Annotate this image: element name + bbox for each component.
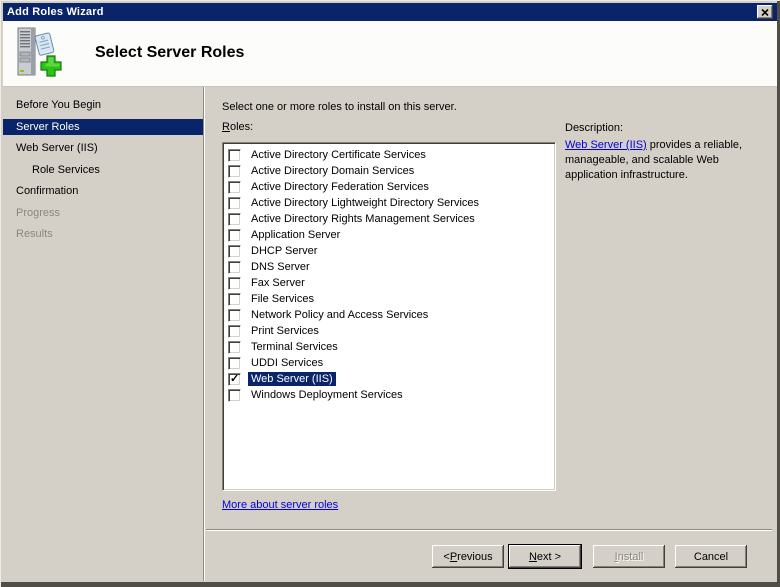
role-name[interactable]: Active Directory Domain Services — [248, 164, 417, 178]
role-checkbox[interactable] — [228, 372, 241, 386]
description-panel: Description: Web Server (IIS) provides a… — [565, 122, 773, 183]
role-row[interactable]: Print Services — [223, 323, 555, 339]
role-checkbox[interactable] — [228, 324, 241, 338]
role-name[interactable]: Application Server — [248, 228, 343, 242]
wizard-step-item[interactable]: Progress — [3, 205, 203, 221]
role-name[interactable]: Windows Deployment Services — [248, 388, 406, 402]
role-checkbox[interactable] — [228, 196, 241, 210]
close-button[interactable] — [757, 5, 773, 19]
role-checkbox[interactable] — [228, 244, 241, 258]
role-row[interactable]: Network Policy and Access Services — [223, 307, 555, 323]
wizard-step-item[interactable]: Server Roles — [3, 118, 203, 135]
role-checkbox[interactable] — [228, 260, 241, 274]
instruction-text: Select one or more roles to install on t… — [222, 101, 457, 113]
role-row[interactable]: Web Server (IIS) — [223, 371, 555, 387]
role-row[interactable]: Active Directory Federation Services — [223, 179, 555, 195]
role-row[interactable]: Active Directory Lightweight Directory S… — [223, 195, 555, 211]
more-about-server-roles-link[interactable]: More about server roles — [222, 499, 338, 511]
wizard-steps-pane: Before You Begin Server Roles Web Server… — [3, 87, 203, 581]
role-checkbox[interactable] — [228, 228, 241, 242]
install-button[interactable]: Install — [593, 545, 665, 568]
next-button[interactable]: Next > — [508, 544, 582, 569]
role-name[interactable]: Network Policy and Access Services — [248, 308, 431, 322]
role-checkbox[interactable] — [228, 292, 241, 306]
role-row[interactable]: Terminal Services — [223, 339, 555, 355]
role-row[interactable]: DHCP Server — [223, 243, 555, 259]
role-checkbox[interactable] — [228, 356, 241, 370]
role-checkbox[interactable] — [228, 340, 241, 354]
role-name[interactable]: UDDI Services — [248, 356, 326, 370]
role-row[interactable]: File Services — [223, 291, 555, 307]
role-name[interactable]: Terminal Services — [248, 340, 341, 354]
role-name[interactable]: Active Directory Federation Services — [248, 180, 432, 194]
roles-listbox[interactable]: Active Directory Certificate Services Ac… — [222, 142, 556, 491]
wizard-step-item[interactable]: Web Server (IIS) — [3, 140, 203, 156]
web-server-iis-link[interactable]: Web Server (IIS) — [565, 139, 647, 151]
role-checkbox[interactable] — [228, 308, 241, 322]
role-name[interactable]: Web Server (IIS) — [248, 372, 336, 386]
role-checkbox[interactable] — [228, 388, 241, 402]
wizard-step-item[interactable]: Results — [3, 226, 203, 242]
role-row[interactable]: UDDI Services — [223, 355, 555, 371]
role-row[interactable]: Fax Server — [223, 275, 555, 291]
role-name[interactable]: File Services — [248, 292, 317, 306]
description-body: Web Server (IIS) provides a reliable, ma… — [565, 138, 773, 183]
pane-divider — [203, 87, 205, 581]
role-name[interactable]: Active Directory Certificate Services — [248, 148, 429, 162]
description-heading: Description: — [565, 122, 624, 134]
role-row[interactable]: Active Directory Domain Services — [223, 163, 555, 179]
cancel-button[interactable]: Cancel — [675, 545, 747, 568]
wizard-step-item[interactable]: Role Services — [3, 162, 203, 178]
role-name[interactable]: Fax Server — [248, 276, 308, 290]
role-name[interactable]: DHCP Server — [248, 244, 320, 258]
footer-separator — [206, 529, 772, 531]
role-name[interactable]: Print Services — [248, 324, 322, 338]
previous-button[interactable]: < Previous — [432, 545, 504, 568]
page-title: Select Server Roles — [95, 44, 245, 61]
server-add-icon — [17, 27, 62, 77]
role-checkbox[interactable] — [228, 148, 241, 162]
wizard-step-item[interactable]: Confirmation — [3, 183, 203, 199]
role-checkbox[interactable] — [228, 212, 241, 226]
window-title: Add Roles Wizard — [7, 6, 104, 18]
role-name[interactable]: DNS Server — [248, 260, 313, 274]
role-checkbox[interactable] — [228, 276, 241, 290]
role-checkbox[interactable] — [228, 180, 241, 194]
role-row[interactable]: Windows Deployment Services — [223, 387, 555, 403]
wizard-header: Select Server Roles — [3, 21, 777, 87]
close-icon — [761, 8, 769, 16]
title-bar: Add Roles Wizard — [3, 3, 777, 21]
role-checkbox[interactable] — [228, 164, 241, 178]
role-name[interactable]: Active Directory Rights Management Servi… — [248, 212, 478, 226]
role-row[interactable]: Active Directory Rights Management Servi… — [223, 211, 555, 227]
add-roles-wizard-window: Add Roles Wizard Select Server Roles Bef… — [0, 0, 780, 587]
role-row[interactable]: DNS Server — [223, 259, 555, 275]
wizard-step-item[interactable]: Before You Begin — [3, 97, 203, 113]
roles-label: Roles: — [222, 121, 254, 133]
wizard-steps: Before You Begin Server Roles Web Server… — [3, 87, 203, 242]
role-name[interactable]: Active Directory Lightweight Directory S… — [248, 196, 482, 210]
content-pane: Select one or more roles to install on t… — [206, 87, 777, 583]
role-row[interactable]: Active Directory Certificate Services — [223, 147, 555, 163]
role-row[interactable]: Application Server — [223, 227, 555, 243]
